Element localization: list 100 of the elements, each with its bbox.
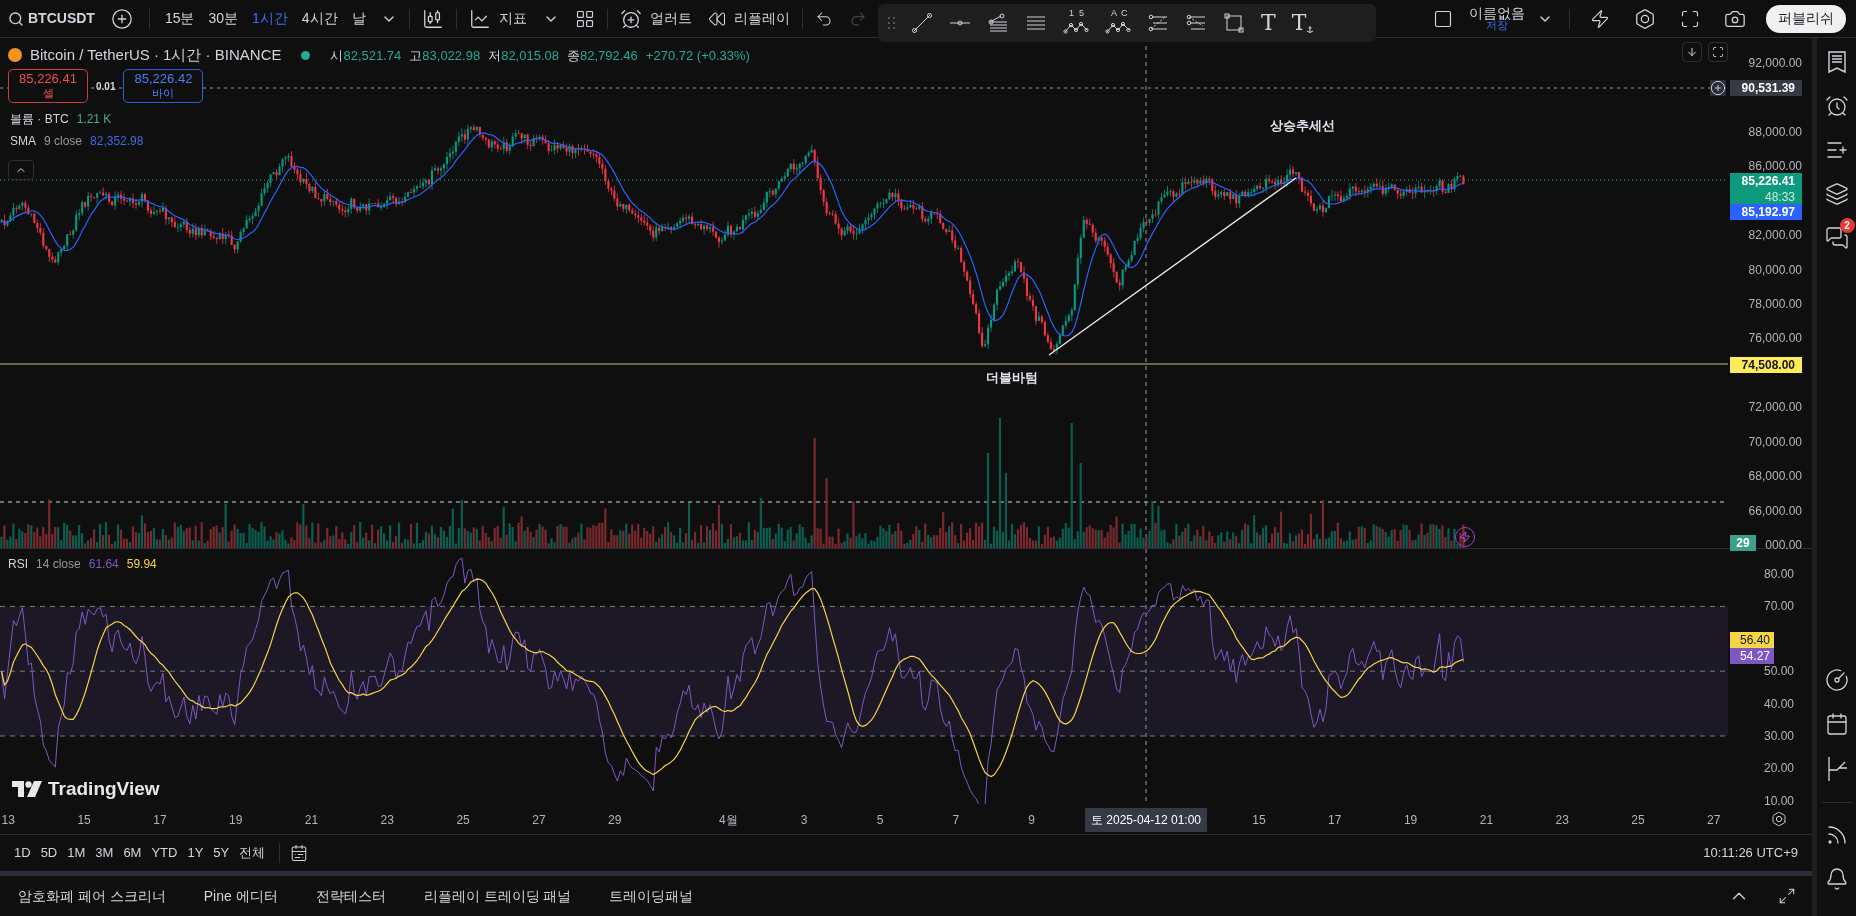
layout-name-button[interactable]: 이름없음 저장 <box>1465 6 1529 31</box>
time-tick: 15 <box>1252 812 1266 829</box>
bottom-panel-tab[interactable]: 트레이딩패널 <box>597 880 706 912</box>
interval-button[interactable]: 30분 <box>201 3 246 34</box>
chart-title: Bitcoin / TetherUS · 1시간 · BINANCE <box>30 45 282 65</box>
time-tick: 21 <box>304 812 319 829</box>
calendar-icon[interactable] <box>1824 712 1849 736</box>
bottom-panel-tab[interactable]: 전략테스터 <box>303 880 398 912</box>
price-tick: 82,000.00 <box>1748 227 1802 244</box>
bottom-panel-tab[interactable]: Pine 에디터 <box>191 880 290 912</box>
settings-icon[interactable] <box>1771 811 1787 827</box>
range-button[interactable]: 1D <box>10 840 35 866</box>
interval-button[interactable]: 15분 <box>157 3 202 34</box>
range-button[interactable]: 전체 <box>235 840 270 866</box>
search-icon <box>8 10 24 27</box>
bottom-panel-tab[interactable]: 리플레이 트레이딩 패널 <box>411 880 584 912</box>
time-tick: 27 <box>1707 812 1721 829</box>
fib-levels-icon <box>1147 12 1169 34</box>
last-price-label: 85,226.41 48:33 <box>1730 173 1802 205</box>
bell-icon[interactable] <box>1824 867 1849 891</box>
indicator-value: 82,352.98 <box>90 133 144 149</box>
replay-button[interactable]: 리플레이 <box>699 3 798 34</box>
bottom-panel-tab[interactable]: 암호화폐 페어 스크리너 <box>6 880 178 912</box>
fullscreen-icon[interactable] <box>1680 8 1700 29</box>
ohlc-value: 종82,792.46 <box>567 46 638 65</box>
collapse-button[interactable] <box>8 160 34 180</box>
gauge-icon[interactable] <box>1824 668 1849 692</box>
interval-button[interactable]: 1시간 <box>245 3 295 34</box>
alert-button[interactable]: 얼러트 <box>611 3 700 34</box>
rsi-tick: 80.00 <box>1763 566 1794 582</box>
range-button[interactable]: 5D <box>36 840 62 866</box>
calendar-icon[interactable] <box>290 844 309 862</box>
settings-icon[interactable] <box>1634 7 1656 30</box>
horizontal-line-icon <box>949 20 971 26</box>
time-tick: 9 <box>1028 812 1035 829</box>
interval-button[interactable]: 4시간 <box>294 3 345 34</box>
time-tick: 17 <box>153 812 167 829</box>
chart-annotation: 상승추세선 <box>1269 117 1335 135</box>
time-tick: 15 <box>77 812 91 829</box>
indicator-params: 9 close <box>44 133 83 149</box>
text-tool-button[interactable]: T <box>1261 8 1276 38</box>
sell-button[interactable]: 85,226.41 셀 <box>8 69 88 103</box>
indicator-name: SMA <box>10 133 36 149</box>
price-tick: 76,000.00 <box>1748 330 1802 347</box>
time-tick: 23 <box>380 812 394 829</box>
range-button[interactable]: 5Y <box>209 840 234 866</box>
range-button[interactable]: 6M <box>119 840 146 866</box>
rsi-tick: 70.00 <box>1763 598 1794 615</box>
rectangle-icon <box>1223 12 1245 34</box>
price-tick: 000.00 <box>1765 537 1802 553</box>
drag-handle-icon[interactable] <box>888 17 895 29</box>
scroll-down-button[interactable] <box>1682 42 1702 62</box>
logo-text: TradingView <box>48 777 160 801</box>
range-button[interactable]: 3M <box>91 840 118 866</box>
rsi-value-label: 56.40 <box>1730 632 1774 648</box>
candlestick-icon[interactable] <box>421 7 444 30</box>
arrow-down-icon <box>1686 46 1698 58</box>
time-tick: 29 <box>608 812 622 829</box>
rsi-value-label: 54.27 <box>1730 648 1774 664</box>
anchor-icon <box>1306 25 1315 34</box>
trend-line-icon <box>911 12 933 34</box>
price-tick: 72,000.00 <box>1748 399 1802 416</box>
square-icon[interactable] <box>1433 8 1453 29</box>
add-symbol-icon[interactable] <box>110 7 133 30</box>
bitcoin-logo-icon <box>8 48 22 63</box>
undo-icon[interactable] <box>814 9 833 28</box>
price-tick: 86,000.00 <box>1748 158 1802 175</box>
volume-price-label: 29 <box>1730 535 1756 551</box>
auto-scale-button[interactable] <box>1708 42 1728 62</box>
layers-icon[interactable] <box>1824 182 1849 206</box>
rsi-tick: 50.00 <box>1763 663 1794 680</box>
price-tick: 70,000.00 <box>1748 433 1802 450</box>
time-tick: 19 <box>1403 812 1418 829</box>
ohlc-value: 고83,022.98 <box>409 46 481 65</box>
time-tick: 19 <box>229 812 243 829</box>
alarm-clock-icon[interactable] <box>1824 94 1849 118</box>
price-tick: 88,000.00 <box>1748 123 1802 140</box>
interval-button[interactable]: 날 <box>344 3 373 34</box>
range-button[interactable]: 1Y <box>183 840 208 866</box>
rsi-tick: 40.00 <box>1763 695 1794 712</box>
logo-icon <box>12 781 42 798</box>
indicator-value: 59.94 <box>126 556 157 573</box>
spread-value: 0.01 <box>95 79 117 94</box>
indicator-value: 1.21 K <box>76 111 112 127</box>
grid-icon[interactable] <box>574 8 595 29</box>
alarm-clock-icon <box>619 7 642 30</box>
rsi-tick: 20.00 <box>1763 760 1794 777</box>
range-button[interactable]: YTD <box>147 840 182 866</box>
anchored-text-tool-button[interactable]: T <box>1291 8 1315 38</box>
range-button[interactable]: 1M <box>63 840 90 866</box>
maximize-icon[interactable] <box>1778 887 1796 905</box>
chart-annotation: 더블바텀 <box>986 369 1038 387</box>
price-tick: 68,000.00 <box>1748 468 1802 485</box>
time-tick: 25 <box>456 812 470 829</box>
publish-button[interactable]: 퍼블리쉬 <box>1766 4 1846 33</box>
indicators-button[interactable]: 지표 <box>460 3 535 34</box>
add-alert-icon[interactable] <box>1710 80 1726 96</box>
rewind-icon <box>707 9 726 28</box>
symbol-search-button[interactable]: BTCUSDT <box>0 3 103 34</box>
buy-button[interactable]: 85,226.42 바이 <box>123 69 204 103</box>
